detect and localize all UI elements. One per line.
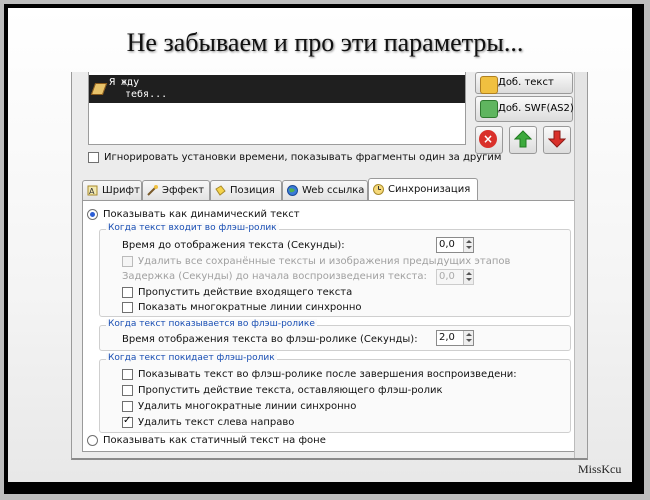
remove-ltr-label: Удалить текст слева направо: [138, 417, 295, 428]
dynamic-text-radio-dot[interactable]: [87, 209, 98, 220]
spinner-arrows-icon[interactable]: [463, 331, 473, 345]
list-item-selected[interactable]: Я жду тебя...: [89, 75, 465, 103]
show-lines-box[interactable]: [122, 302, 133, 313]
group-leave-title: Когда текст покидает флэш-ролик: [106, 353, 277, 363]
add-swf-icon: [480, 100, 498, 118]
enter-time-spinner[interactable]: 0,0: [436, 237, 474, 253]
tab-effect-label: Эффект: [162, 185, 205, 196]
show-after-label: Показывать текст во флэш-ролике после за…: [138, 369, 517, 380]
tab-position[interactable]: Позиция: [210, 180, 282, 200]
move-up-button[interactable]: [509, 126, 537, 154]
slide-headline: Не забываем и про эти параметры...: [126, 28, 524, 57]
remove-lines-box[interactable]: [122, 401, 133, 412]
list-item-line1: Я жду: [109, 77, 140, 88]
remove-ltr-checkbox[interactable]: Удалить текст слева направо: [122, 415, 295, 429]
group-shown: Когда текст показывается во флэш-ролике …: [99, 319, 571, 351]
skip-leaving-label: Пропустить действие текста, оставляющего…: [138, 385, 443, 396]
delay-value: 0,0: [439, 271, 455, 282]
remove-saved-label: Удалить все сохранённые тексты и изображ…: [138, 256, 511, 267]
group-leave: Когда текст покидает флэш-ролик Показыва…: [99, 353, 571, 433]
text-list[interactable]: Я жду тебя...: [88, 72, 466, 145]
shown-time-value: 2,0: [439, 332, 455, 343]
enter-time-value: 0,0: [439, 239, 455, 250]
ignore-timing-box[interactable]: [88, 152, 99, 163]
font-icon: A: [87, 185, 98, 196]
delay-spinner[interactable]: 0,0: [436, 269, 474, 285]
tab-web-link[interactable]: Web ссылка: [282, 180, 368, 200]
tab-effect[interactable]: Эффект: [142, 180, 210, 200]
delete-icon: ×: [479, 130, 497, 148]
show-lines-checkbox[interactable]: Показать многократные линии синхронно: [122, 302, 362, 314]
arrow-down-icon: [548, 130, 566, 148]
tab-font[interactable]: A Шрифт: [82, 180, 142, 200]
list-item-line2: тебя...: [125, 89, 168, 100]
app-screenshot: Я жду тебя... Доб. текст Доб. SWF(AS2) ×…: [71, 72, 588, 460]
tab-font-label: Шрифт: [102, 185, 140, 196]
show-lines-label: Показать многократные линии синхронно: [138, 302, 362, 313]
enter-time-label: Время до отображения текста (Секунды):: [122, 240, 345, 251]
pencil-icon: [90, 83, 108, 95]
skip-leaving-checkbox[interactable]: Пропустить действие текста, оставляющего…: [122, 385, 443, 397]
position-icon: [215, 185, 226, 196]
add-text-label: Доб. текст: [498, 77, 554, 88]
add-swf-button[interactable]: Доб. SWF(AS2): [475, 96, 574, 122]
vertical-scrollbar[interactable]: [574, 72, 587, 458]
skip-action-box[interactable]: [122, 287, 133, 298]
spinner-arrows-icon[interactable]: [463, 238, 473, 252]
group-enter-title: Когда текст входит во флэш-ролик: [106, 223, 279, 233]
add-text-icon: [480, 76, 498, 94]
dynamic-text-radio[interactable]: Показывать как динамический текст: [87, 209, 300, 221]
add-text-button[interactable]: Доб. текст: [475, 72, 573, 94]
shown-time-spinner[interactable]: 2,0: [436, 330, 474, 346]
static-text-radio[interactable]: Показывать как статичный текст на фоне: [87, 435, 326, 447]
tab-bar: A Шрифт Эффект Позиция Web ссылка Синхро…: [82, 178, 577, 201]
author-signature: MissKcu: [578, 462, 622, 476]
shown-time-label: Время отображения текста во флэш-ролике …: [122, 334, 418, 345]
clock-icon: [373, 184, 384, 195]
move-down-button[interactable]: [543, 126, 571, 154]
ignore-timing-checkbox[interactable]: Игнорировать установки времени, показыва…: [88, 152, 501, 164]
group-enter: Когда текст входит во флэш-ролик Время д…: [99, 223, 571, 317]
static-text-label: Показывать как статичный текст на фоне: [103, 435, 326, 446]
skip-action-checkbox[interactable]: Пропустить действие входящего текста: [122, 287, 352, 299]
add-swf-label: Доб. SWF(AS2): [498, 103, 574, 114]
skip-action-label: Пропустить действие входящего текста: [138, 287, 353, 298]
globe-icon: [287, 185, 298, 196]
svg-text:A: A: [89, 187, 95, 196]
tab-sync[interactable]: Синхронизация: [368, 178, 478, 201]
sync-tab-panel: Показывать как динамический текст Когда …: [82, 200, 579, 452]
remove-lines-label: Удалить многократные линии синхронно: [138, 401, 357, 412]
delete-button[interactable]: ×: [475, 126, 503, 154]
ignore-timing-label: Игнорировать установки времени, показыва…: [104, 152, 502, 163]
effect-icon: [147, 185, 158, 196]
skip-leaving-box[interactable]: [122, 385, 133, 396]
tab-web-link-label: Web ссылка: [302, 185, 365, 196]
remove-lines-checkbox[interactable]: Удалить многократные линии синхронно: [122, 401, 356, 413]
tab-sync-label: Синхронизация: [388, 184, 471, 195]
show-after-box[interactable]: [122, 369, 133, 380]
group-shown-title: Когда текст показывается во флэш-ролике: [106, 319, 317, 329]
remove-ltr-box[interactable]: [122, 415, 133, 428]
show-after-checkbox[interactable]: Показывать текст во флэш-ролике после за…: [122, 369, 517, 381]
remove-saved-checkbox[interactable]: Удалить все сохранённые тексты и изображ…: [122, 256, 510, 268]
static-text-radio-dot[interactable]: [87, 435, 98, 446]
arrow-up-icon: [514, 130, 532, 148]
dynamic-text-label: Показывать как динамический текст: [103, 209, 300, 220]
remove-saved-box[interactable]: [122, 256, 133, 267]
tab-position-label: Позиция: [230, 185, 275, 196]
delay-label: Задержка (Секунды) до начала воспроизвед…: [122, 271, 427, 282]
spinner-arrows-icon[interactable]: [463, 270, 473, 284]
